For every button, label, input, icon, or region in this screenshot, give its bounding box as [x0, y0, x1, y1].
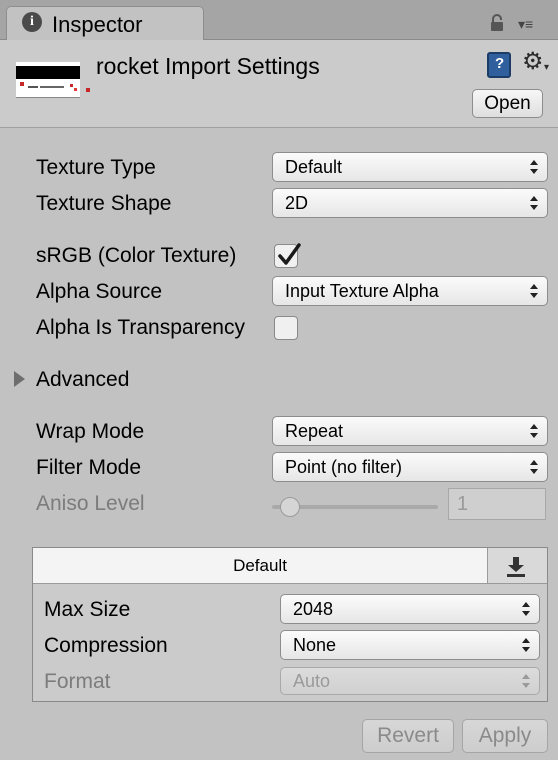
compression-dropdown[interactable]: None — [280, 630, 540, 660]
wrap-mode-value: Repeat — [285, 421, 344, 441]
filter-mode-dropdown[interactable]: Point (no filter) — [272, 452, 548, 482]
texture-shape-dropdown[interactable]: 2D — [272, 188, 548, 218]
help-book-icon[interactable] — [487, 52, 511, 78]
aniso-level-field[interactable]: 1 — [448, 488, 546, 520]
srgb-label: sRGB (Color Texture) — [36, 244, 237, 267]
info-icon: i — [22, 12, 42, 32]
filter-mode-label: Filter Mode — [36, 456, 142, 479]
texture-type-label: Texture Type — [36, 156, 156, 179]
gear-icon[interactable]: ⚙ — [522, 48, 544, 76]
wrap-mode-label: Wrap Mode — [36, 420, 145, 443]
texture-shape-label: Texture Shape — [36, 192, 172, 215]
texture-type-value: Default — [285, 157, 343, 177]
format-value: Auto — [293, 671, 331, 691]
download-icon — [507, 557, 525, 577]
dropdown-arrows-icon — [530, 284, 538, 298]
revert-button[interactable]: Revert — [362, 719, 454, 753]
alpha-source-value: Input Texture Alpha — [285, 281, 439, 301]
wrap-mode-dropdown[interactable]: Repeat — [272, 416, 548, 446]
max-size-value: 2048 — [293, 599, 334, 619]
dropdown-arrows-icon — [530, 424, 538, 438]
aniso-level-label: Aniso Level — [36, 492, 145, 515]
filter-mode-value: Point (no filter) — [285, 457, 403, 477]
texture-shape-value: 2D — [285, 193, 309, 213]
dropdown-arrows-icon — [522, 602, 530, 616]
dropdown-arrows-icon — [522, 674, 530, 688]
chevron-down-icon: ▾ — [544, 62, 550, 73]
apply-button[interactable]: Apply — [462, 719, 548, 753]
advanced-foldout-label[interactable]: Advanced — [36, 367, 129, 393]
open-button[interactable]: Open — [472, 89, 543, 118]
checkmark-icon — [278, 243, 301, 265]
format-label: Format — [44, 670, 111, 693]
alpha-transparency-checkbox[interactable] — [274, 316, 298, 340]
texture-thumbnail — [16, 62, 90, 98]
dropdown-arrows-icon — [530, 160, 538, 174]
menu-icon[interactable]: ▾≡ — [518, 14, 533, 34]
platform-tab-default[interactable]: Default — [33, 548, 488, 584]
format-dropdown: Auto — [280, 667, 540, 695]
alpha-transparency-label: Alpha Is Transparency — [36, 316, 245, 339]
alpha-source-dropdown[interactable]: Input Texture Alpha — [272, 276, 548, 306]
srgb-checkbox[interactable] — [274, 243, 301, 268]
dropdown-arrows-icon — [522, 638, 530, 652]
alpha-source-label: Alpha Source — [36, 280, 163, 303]
aniso-level-slider-thumb[interactable] — [280, 497, 300, 517]
dropdown-arrows-icon — [530, 196, 538, 210]
lock-icon[interactable] — [489, 14, 505, 32]
asset-title: rocket Import Settings — [96, 53, 320, 79]
texture-type-dropdown[interactable]: Default — [272, 152, 548, 182]
max-size-label: Max Size — [44, 598, 131, 621]
compression-value: None — [293, 635, 337, 655]
max-size-dropdown[interactable]: 2048 — [280, 594, 540, 624]
dropdown-arrows-icon — [530, 460, 538, 474]
tab-label: Inspector — [52, 12, 143, 37]
foldout-arrow-icon[interactable] — [14, 371, 25, 387]
compression-label: Compression — [44, 634, 168, 657]
